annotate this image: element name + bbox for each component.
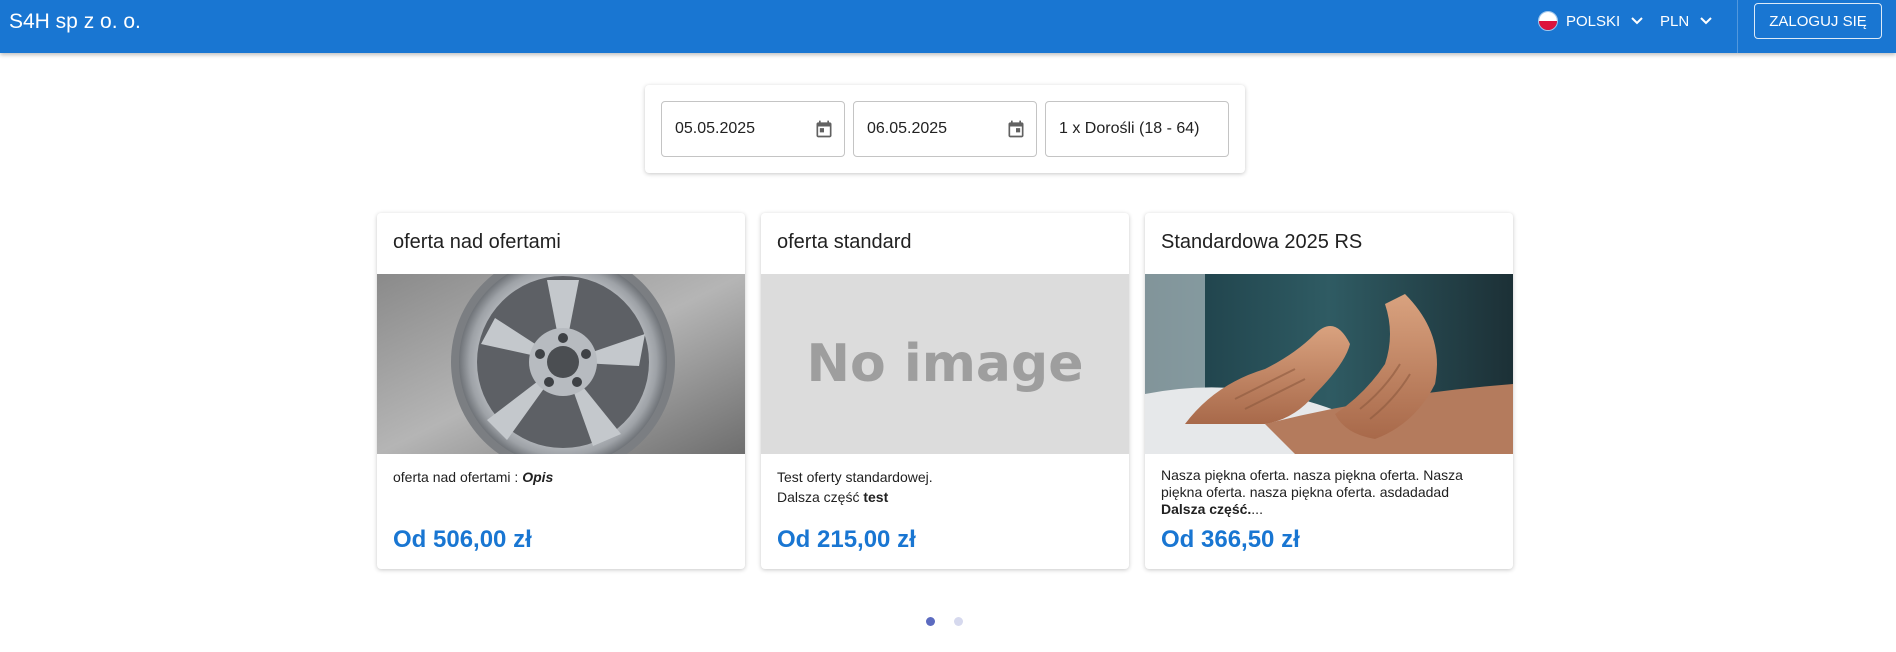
no-image-text: No image — [806, 334, 1084, 394]
alloy-wheel-image — [377, 274, 745, 454]
currency-label: PLN — [1660, 12, 1690, 30]
offer-description-line: Dalsza część.... — [1161, 501, 1501, 518]
offer-description-text: ... — [1251, 501, 1263, 517]
carousel-dot-active[interactable] — [926, 617, 935, 626]
offer-card[interactable]: Standardowa 2025 RS Nasza piękna oferta.… — [1145, 213, 1513, 569]
carousel-dot[interactable] — [954, 617, 963, 626]
offer-description-emphasis: Opis — [522, 469, 554, 485]
offer-description: Nasza piękna oferta. nasza piękna oferta… — [1161, 467, 1501, 518]
offer-description-bold: test — [863, 489, 889, 505]
guests-value: 1 x Dorośli (18 - 64) — [1059, 120, 1200, 137]
offer-image — [377, 274, 745, 454]
header-divider — [1737, 0, 1738, 53]
language-selector[interactable]: POLSKI — [1538, 10, 1644, 32]
offer-card[interactable]: oferta nad ofertami oferta nad ofertami … — [377, 213, 745, 569]
date-to-value: 06.05.2025 — [867, 120, 948, 137]
offer-title: oferta standard — [777, 231, 912, 253]
offer-card[interactable]: oferta standard No image Test oferty sta… — [761, 213, 1129, 569]
offer-description-line: Dalsza część test — [777, 487, 1117, 507]
calendar-icon[interactable] — [1006, 119, 1026, 139]
offer-description: oferta nad ofertami : Opis — [393, 467, 733, 487]
massage-image — [1145, 274, 1513, 454]
offer-price: Od 506,00 zł — [393, 526, 532, 553]
offer-description-text: Dalsza część — [777, 489, 864, 505]
date-from-value: 05.05.2025 — [675, 120, 756, 137]
offer-description-line: Test oferty standardowej. — [777, 469, 933, 485]
offer-title: Standardowa 2025 RS — [1161, 231, 1363, 253]
app-header: S4H sp z o. o. POLSKI PLN ZALOGUJ SIĘ — [0, 0, 1896, 53]
poland-flag-icon — [1538, 11, 1558, 31]
offer-description: Test oferty standardowej. Dalsza część t… — [777, 467, 1117, 507]
offer-image — [1145, 274, 1513, 454]
offer-price: Od 215,00 zł — [777, 526, 916, 553]
date-from-field[interactable]: 05.05.2025 — [661, 101, 845, 157]
date-to-field[interactable]: 06.05.2025 — [853, 101, 1037, 157]
offer-description-text: oferta nad ofertami : — [393, 469, 523, 485]
offer-description-bold: Dalsza część. — [1161, 501, 1252, 517]
offer-price: Od 366,50 zł — [1161, 526, 1300, 553]
guests-field[interactable]: 1 x Dorośli (18 - 64) — [1045, 101, 1229, 157]
chevron-down-icon — [1630, 14, 1644, 28]
no-image-placeholder: No image — [761, 274, 1129, 454]
offer-description-line: Nasza piękna oferta. nasza piękna oferta… — [1161, 467, 1463, 500]
language-label: POLSKI — [1566, 12, 1621, 30]
currency-selector[interactable]: PLN — [1660, 10, 1713, 32]
login-button[interactable]: ZALOGUJ SIĘ — [1754, 3, 1882, 39]
booking-search-panel: 05.05.2025 06.05.2025 1 x Dorośli (18 - … — [645, 85, 1245, 173]
calendar-icon[interactable] — [814, 119, 834, 139]
offer-title: oferta nad ofertami — [393, 231, 561, 253]
chevron-down-icon — [1699, 14, 1713, 28]
brand-title[interactable]: S4H sp z o. o. — [9, 10, 141, 34]
